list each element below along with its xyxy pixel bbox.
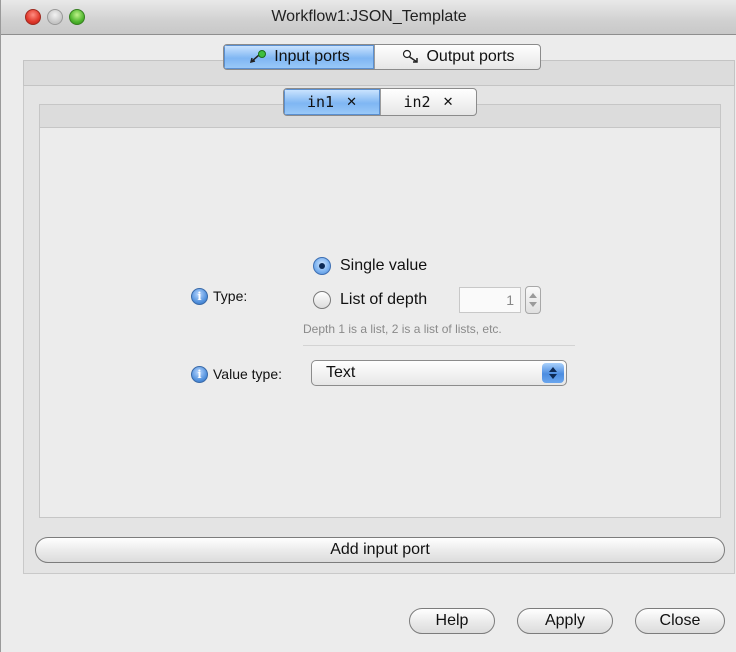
stepper-down-icon: [529, 302, 537, 307]
list-of-depth-label: List of depth: [340, 291, 428, 308]
list-of-depth-radio[interactable]: [313, 291, 331, 309]
stepper-up-icon: [529, 293, 537, 298]
value-type-label: Value type:: [213, 366, 283, 382]
divider: [303, 345, 575, 346]
type-label: Type:: [213, 288, 248, 304]
apply-button[interactable]: Apply: [517, 608, 613, 634]
tab-in2[interactable]: in2 ✕: [380, 89, 476, 115]
dialog-window: Workflow1:JSON_Template Input ports Outp…: [0, 0, 736, 652]
tab-in1-label: in1: [307, 93, 335, 111]
select-arrows-icon: [542, 363, 564, 383]
input-port-icon: [248, 49, 270, 65]
info-icon[interactable]: i: [191, 366, 208, 383]
depth-input[interactable]: 1: [459, 287, 521, 313]
depth-stepper[interactable]: [525, 286, 541, 314]
tab-output-ports-label: Output ports: [426, 48, 515, 65]
tab-input-ports[interactable]: Input ports: [224, 45, 374, 69]
help-button[interactable]: Help: [409, 608, 495, 634]
info-icon[interactable]: i: [191, 288, 208, 305]
tab-in2-label: in2: [403, 93, 431, 111]
tab-in1[interactable]: in1 ✕: [284, 89, 380, 115]
input-port-tabs: in1 ✕ in2 ✕: [283, 88, 477, 116]
single-value-radio[interactable]: [313, 257, 331, 275]
close-tab-icon[interactable]: ✕: [346, 95, 357, 110]
add-input-port-button[interactable]: Add input port: [35, 537, 725, 563]
input-port-panel: [39, 104, 721, 518]
tab-input-ports-label: Input ports: [274, 48, 350, 65]
output-port-icon: [400, 49, 422, 65]
port-tabs: Input ports Output ports: [223, 44, 541, 70]
close-tab-icon[interactable]: ✕: [443, 95, 454, 110]
tab-output-ports[interactable]: Output ports: [374, 45, 540, 69]
close-button[interactable]: Close: [635, 608, 725, 634]
single-value-label: Single value: [340, 257, 428, 274]
depth-hint: Depth 1 is a list, 2 is a list of lists,…: [303, 322, 502, 336]
window-title: Workflow1:JSON_Template: [271, 8, 467, 25]
value-type-selected: Text: [326, 364, 356, 381]
title-bar[interactable]: Workflow1:JSON_Template: [1, 0, 736, 35]
value-type-select[interactable]: Text: [311, 360, 567, 386]
